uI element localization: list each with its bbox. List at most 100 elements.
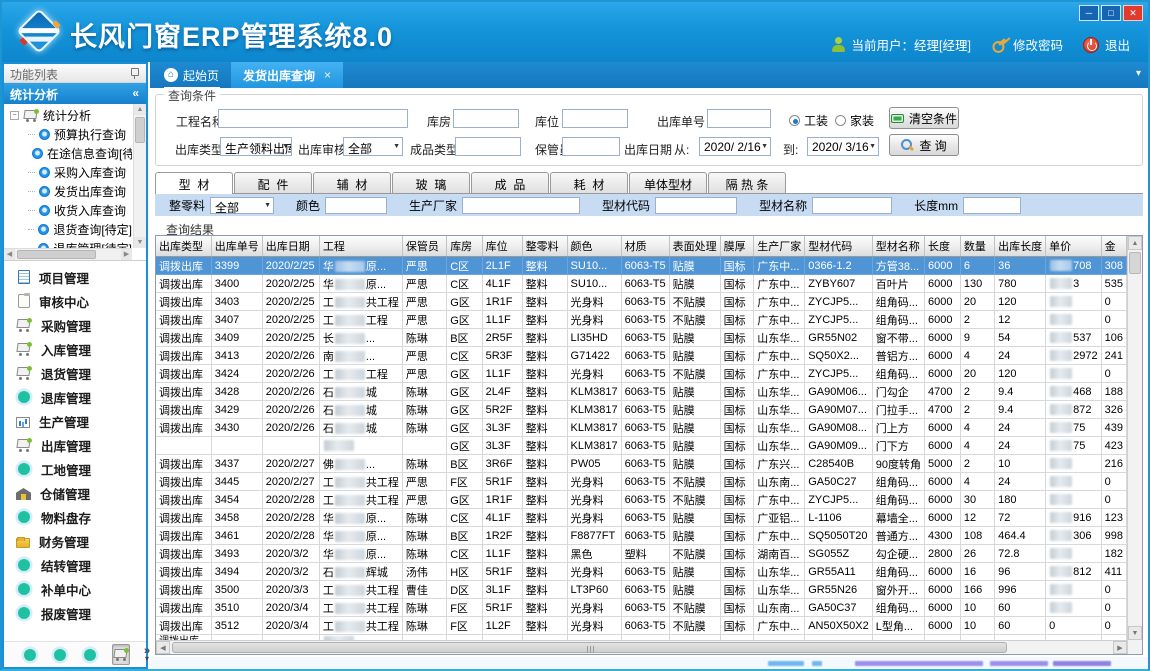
- tree-horizontal-scrollbar[interactable]: ◀▶: [4, 248, 132, 260]
- table-row[interactable]: 调拨出库34292020/2/26石城陈琳G区5R2F整料KLM38176063…: [156, 401, 1127, 419]
- tree-item[interactable]: 发货出库查询: [6, 182, 132, 201]
- column-header[interactable]: 工程: [319, 236, 402, 257]
- tree-item[interactable]: 预算执行查询: [6, 125, 132, 144]
- tree-item[interactable]: 退货查询[待定]: [6, 220, 132, 239]
- column-header[interactable]: 出库单号: [211, 236, 262, 257]
- search-button[interactable]: 查 询: [889, 134, 959, 156]
- table-row[interactable]: 调拨出库34032020/2/25工共工程严思G区1R1F整料光身料6063-T…: [156, 293, 1127, 311]
- table-row[interactable]: 调拨出库34542020/2/28工共工程严思G区1R1F整料光身料6063-T…: [156, 491, 1127, 509]
- clear-conditions-button[interactable]: 清空条件: [889, 107, 959, 129]
- sidebar-item-退库管理[interactable]: 退库管理: [4, 385, 146, 409]
- table-row[interactable]: 调拨出库34002020/2/25华原...严思C区4L1F整料SU10...6…: [156, 275, 1127, 293]
- table-row[interactable]: 调拨出库34932020/3/2华原...陈琳C区1L1F整料黑色塑料不贴膜国标…: [156, 545, 1127, 563]
- change-password-button[interactable]: 修改密码: [991, 35, 1063, 54]
- table-row[interactable]: 调拨出库34942020/3/2石辉城汤伟H区5R1F整料光身料6063-T5贴…: [156, 563, 1127, 581]
- tree-item[interactable]: 在途信息查询[待: [6, 144, 132, 163]
- grid-vertical-scrollbar[interactable]: ▲▼: [1127, 236, 1142, 654]
- filter-input[interactable]: [462, 197, 580, 214]
- filter-input[interactable]: [655, 197, 737, 214]
- maximize-button[interactable]: □: [1101, 5, 1121, 21]
- tabbar-dropdown-icon[interactable]: ▾: [1136, 68, 1141, 79]
- tree-expander-icon[interactable]: −: [10, 111, 19, 120]
- column-header[interactable]: 膜厚: [720, 236, 754, 257]
- order-no-input[interactable]: [707, 109, 771, 128]
- material-tab-玻璃[interactable]: 玻 璃: [392, 172, 470, 193]
- table-row[interactable]: G区3L3F整料KLM38176063-T5贴膜国标山东华...GA90M09.…: [156, 437, 1127, 455]
- sidebar-item-入库管理[interactable]: 入库管理: [4, 337, 146, 361]
- tab-shipment-outbound-query[interactable]: 发货出库查询 ×: [231, 62, 343, 88]
- column-header[interactable]: 出库类型: [156, 236, 211, 257]
- table-row[interactable]: 调拨出库34372020/2/27佛...陈琳B区3R6F整料PW056063-…: [156, 455, 1127, 473]
- column-header[interactable]: 长度: [925, 236, 961, 257]
- sidebar-item-项目管理[interactable]: 项目管理: [4, 265, 146, 289]
- filter-input[interactable]: [812, 197, 892, 214]
- column-header[interactable]: 数量: [960, 236, 994, 257]
- table-row[interactable]: 调拨出库33992020/2/25华原...严思C区2L1F整料SU10...6…: [156, 257, 1127, 275]
- column-header[interactable]: 库位: [482, 236, 522, 257]
- table-row[interactable]: 调拨出库34072020/2/25工工程严思G区1L1F整料光身料6063-T5…: [156, 311, 1127, 329]
- out-type-select[interactable]: 生产领料出库▼: [220, 137, 292, 156]
- sidebar-item-结转管理[interactable]: 结转管理: [4, 553, 146, 577]
- warehouse-input[interactable]: [453, 109, 519, 128]
- table-row[interactable]: 调拨出库34282020/2/26石城陈琳G区2L4F整料KLM38176063…: [156, 383, 1127, 401]
- column-header[interactable]: 颜色: [567, 236, 621, 257]
- column-header[interactable]: 材质: [621, 236, 669, 257]
- filter-input[interactable]: [963, 197, 1021, 214]
- keeper-input[interactable]: [562, 137, 620, 156]
- material-tab-单体型材[interactable]: 单体型材: [629, 172, 707, 193]
- material-tab-辅材[interactable]: 辅 材: [313, 172, 391, 193]
- table-row[interactable]: 调拨出库35122020/3/4工共工程陈琳F区1L2F整料光身料6063-T5…: [156, 617, 1127, 635]
- date-to-select[interactable]: 2020/ 3/16▼: [807, 137, 879, 156]
- tree-item[interactable]: 收货入库查询: [6, 201, 132, 220]
- material-tab-配件[interactable]: 配 件: [234, 172, 312, 193]
- sidebar-item-物料盘存[interactable]: 物料盘存: [4, 505, 146, 529]
- tree-item[interactable]: 采购入库查询: [6, 163, 132, 182]
- sidebar-item-采购管理[interactable]: 采购管理: [4, 313, 146, 337]
- table-row[interactable]: 调拨出库35102020/3/4工共工程陈琳F区5R1F整料光身料6063-T5…: [156, 599, 1127, 617]
- sidebar-item-工地管理[interactable]: 工地管理: [4, 457, 146, 481]
- product-type-input[interactable]: [455, 137, 521, 156]
- location-input[interactable]: [562, 109, 628, 128]
- table-row[interactable]: 调拨出库34302020/2/26石城陈琳G区3L3F整料KLM38176063…: [156, 419, 1127, 437]
- date-from-select[interactable]: 2020/ 2/16▼: [699, 137, 771, 156]
- table-row[interactable]: 调拨出库34242020/2/26工工程严思G区1L1F整料光身料6063-T5…: [156, 365, 1127, 383]
- collapse-icon[interactable]: «: [132, 86, 139, 100]
- sidebar-item-审核中心[interactable]: 审核中心: [4, 289, 146, 313]
- tree-vertical-scrollbar[interactable]: ▲▼: [133, 104, 146, 248]
- sidebar-item-出库管理[interactable]: 出库管理: [4, 433, 146, 457]
- material-tab-隔热条[interactable]: 隔 热 条: [708, 172, 786, 193]
- sidebar-item-财务管理[interactable]: 财务管理: [4, 529, 146, 553]
- column-header[interactable]: 整零料: [522, 236, 567, 257]
- table-row[interactable]: 调拨出库34582020/2/28华原...陈琳C区4L1F整料光身料6063-…: [156, 509, 1127, 527]
- grid-horizontal-scrollbar[interactable]: ◀ ▶: [156, 640, 1127, 654]
- column-header[interactable]: 出库日期: [262, 236, 319, 257]
- logout-button[interactable]: 退出: [1083, 35, 1130, 54]
- audit-select[interactable]: 全部▼: [343, 137, 403, 156]
- module-dot-icon[interactable]: [24, 649, 36, 661]
- material-tab-型材[interactable]: 型 材: [155, 172, 233, 194]
- column-header[interactable]: 生产厂家: [754, 236, 805, 257]
- table-row[interactable]: 调拨出库34452020/2/27工共工程严思F区5R1F整料光身料6063-T…: [156, 473, 1127, 491]
- column-header[interactable]: 型材代码: [805, 236, 873, 257]
- column-header[interactable]: 表面处理: [669, 236, 720, 257]
- material-tab-成品[interactable]: 成 品: [471, 172, 549, 193]
- minimize-button[interactable]: ─: [1079, 5, 1099, 21]
- filter-input[interactable]: [325, 197, 387, 214]
- table-row[interactable]: 调拨出库34132020/2/26南...严思C区5R3F整料G71422606…: [156, 347, 1127, 365]
- tab-home[interactable]: 起始页: [152, 62, 231, 88]
- tree-root[interactable]: − 统计分析: [6, 106, 132, 125]
- filter-select[interactable]: 全部▼: [210, 197, 274, 214]
- module-dot-icon[interactable]: [54, 649, 66, 661]
- tree-item[interactable]: 退库管理[待定]: [6, 239, 132, 248]
- column-header[interactable]: 单价: [1046, 236, 1101, 257]
- radio-jiazhuang[interactable]: 家装: [835, 112, 874, 129]
- sidebar-item-报废管理[interactable]: 报废管理: [4, 601, 146, 625]
- module-dot-icon[interactable]: [84, 649, 96, 661]
- sidebar-item-生产管理[interactable]: 生产管理: [4, 409, 146, 433]
- sidebar-item-退货管理[interactable]: 退货管理: [4, 361, 146, 385]
- sidebar-item-仓储管理[interactable]: 仓储管理: [4, 481, 146, 505]
- table-row[interactable]: 调拨出库35002020/3/3工共工程曹佳D区3L1F整料LT3P606063…: [156, 581, 1127, 599]
- column-header[interactable]: 库房: [447, 236, 482, 257]
- tab-close-icon[interactable]: ×: [324, 68, 331, 82]
- column-header[interactable]: 出库长度: [995, 236, 1046, 257]
